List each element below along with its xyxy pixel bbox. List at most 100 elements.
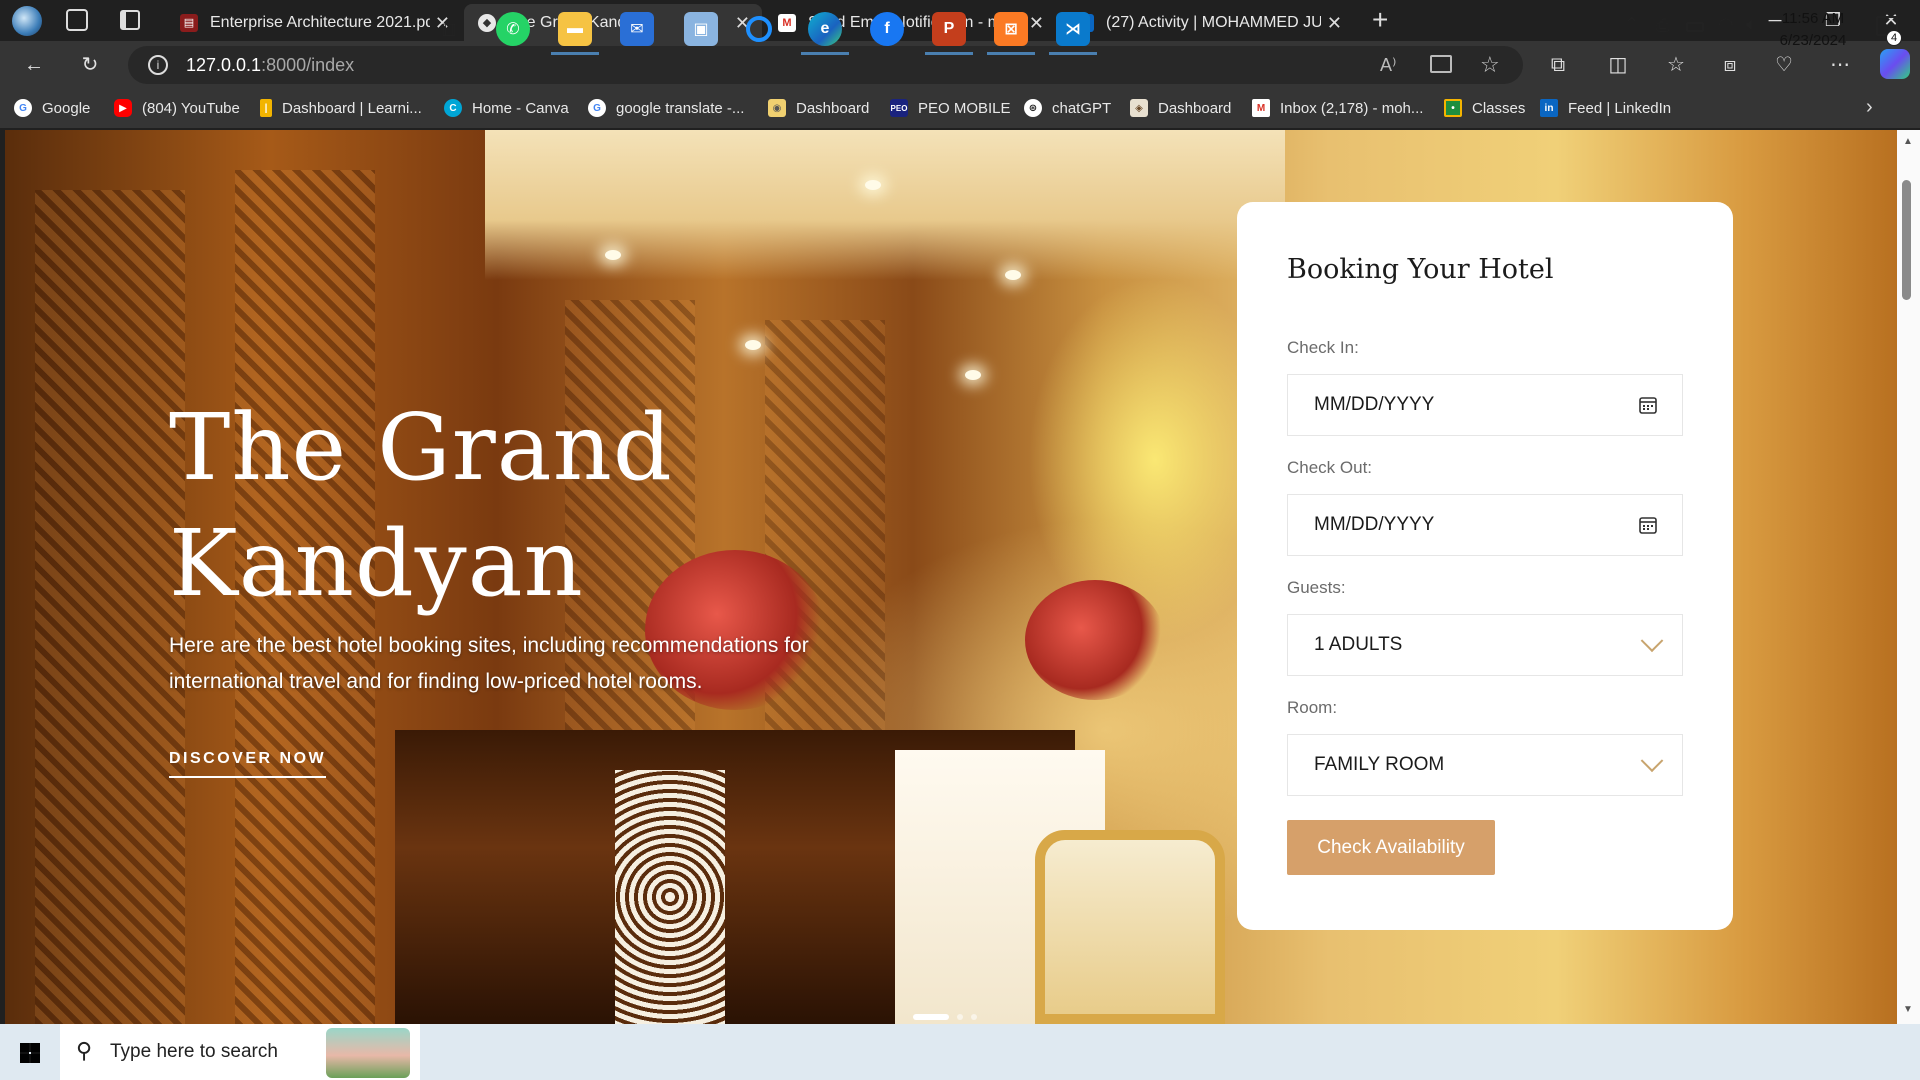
split-screen-icon[interactable]: ◫ xyxy=(1604,51,1632,79)
scroll-down-icon[interactable]: ▼ xyxy=(1903,1004,1913,1015)
tab-title: Enterprise Architecture 2021.pdf xyxy=(210,13,430,31)
gmail-icon: M xyxy=(778,13,796,32)
bookmark-youtube[interactable]: ▶ (804) YouTube xyxy=(114,98,240,118)
copilot-icon[interactable] xyxy=(1880,49,1910,79)
checkin-label: Check In: xyxy=(1287,338,1359,357)
ceiling xyxy=(485,130,1285,280)
guests-value: 1 ADULTS xyxy=(1314,634,1403,655)
meet-now-icon[interactable]: ⎙ xyxy=(1656,16,1670,36)
guests-label: Guests: xyxy=(1287,578,1346,597)
clock-date: 6/23/2024 xyxy=(1779,32,1847,49)
hero-subtitle: Here are the best hotel booking sites, i… xyxy=(169,634,809,693)
facebook-icon[interactable]: f xyxy=(870,12,904,46)
search-placeholder: Type here to search xyxy=(110,1041,278,1062)
room-select[interactable]: FAMILY ROOM xyxy=(1287,734,1683,796)
bookmark-google[interactable]: G Google xyxy=(14,98,90,118)
xampp-icon[interactable]: ⊠ xyxy=(994,12,1028,46)
bookmark-label: Classes xyxy=(1472,99,1526,117)
vscode-icon[interactable]: ⋊ xyxy=(1056,12,1090,46)
collections-icon[interactable]: ⧈ xyxy=(1716,51,1744,79)
checkout-label: Check Out: xyxy=(1287,458,1373,477)
bookmark-label: (804) YouTube xyxy=(142,99,240,117)
ceiling-light xyxy=(1005,270,1021,280)
workspaces-icon[interactable] xyxy=(66,9,88,31)
calendar-icon[interactable] xyxy=(1638,515,1658,535)
wifi-icon[interactable]: ◠ xyxy=(1718,14,1734,35)
edge-browser-icon[interactable]: e xyxy=(808,12,842,46)
calendar-icon[interactable] xyxy=(1638,395,1658,415)
carousel-dots xyxy=(913,1014,977,1020)
guests-select[interactable]: 1 ADULTS xyxy=(1287,614,1683,676)
bookmark-linkedin[interactable]: in Feed | LinkedIn xyxy=(1540,98,1671,118)
bookmark-peo-mobile[interactable]: PEO PEO MOBILE xyxy=(890,98,1011,118)
carousel-dot[interactable] xyxy=(971,1014,977,1020)
scroll-up-icon[interactable]: ▲ xyxy=(1903,136,1913,147)
powerpoint-icon[interactable]: P xyxy=(932,12,966,46)
refresh-icon[interactable]: ↻ xyxy=(76,51,104,79)
bookmark-label: Dashboard xyxy=(1158,99,1232,117)
chevron-down-icon xyxy=(1640,749,1664,773)
profile-avatar[interactable] xyxy=(12,6,42,36)
flower-arrangement xyxy=(1025,580,1165,700)
globe-icon: ◆ xyxy=(478,13,496,32)
google-icon: G xyxy=(588,99,606,117)
site-info-icon[interactable]: i xyxy=(148,55,168,75)
windows-taskbar: ⚲ Type here to search xyxy=(0,1024,1920,1080)
taskbar-search-input[interactable]: ⚲ Type here to search xyxy=(60,1024,420,1080)
chevron-up-icon[interactable]: ⌃ xyxy=(1624,14,1639,35)
carousel-dot-active[interactable] xyxy=(913,1014,949,1020)
windows-start-icon[interactable] xyxy=(20,1043,40,1063)
more-options-icon[interactable]: ⋯ xyxy=(1826,51,1854,79)
decorative-panel xyxy=(35,190,185,1024)
tab-pdf[interactable]: ▤ Enterprise Architecture 2021.pdf ✕ xyxy=(166,4,462,41)
network-app-icon[interactable]: ▣ xyxy=(684,12,718,46)
task-view-icon[interactable]: ▥ xyxy=(432,12,466,46)
scrollbar-thumb[interactable] xyxy=(1902,180,1911,300)
ceiling-light xyxy=(605,250,621,260)
bookmark-google-translate[interactable]: Ggoogle translate -... xyxy=(588,98,744,118)
bookmark-dashboard-learning[interactable]: | Dashboard | Learni... xyxy=(260,98,422,118)
bookmark-dashboard[interactable]: ◉ Dashboard xyxy=(768,98,869,118)
read-aloud-icon[interactable]: A⁾ xyxy=(1380,46,1396,84)
dashboard-icon: ◈ xyxy=(1130,99,1148,117)
bookmark-chatgpt[interactable]: ⊛ chatGPT xyxy=(1024,98,1111,118)
file-explorer-icon[interactable]: ▬ xyxy=(558,12,592,46)
discover-now-link[interactable]: DISCOVER NOW xyxy=(169,750,327,778)
bookmark-label: chatGPT xyxy=(1052,99,1112,117)
hero-section: The Grand Kandyan Here are the best hote… xyxy=(5,130,1897,1024)
ceiling-light xyxy=(865,180,881,190)
carousel-dot[interactable] xyxy=(957,1014,963,1020)
close-tab-icon[interactable]: ✕ xyxy=(1029,13,1044,34)
bookmark-label: PEO MOBILE xyxy=(918,99,1011,117)
peo-icon: PEO xyxy=(890,99,908,117)
checkout-date-input[interactable]: MM/DD/YYYY xyxy=(1287,494,1683,556)
system-clock[interactable]: 11:56 AM 6/23/2024 xyxy=(1758,8,1868,52)
vertical-tabs-icon[interactable] xyxy=(120,10,140,30)
close-tab-icon[interactable]: ✕ xyxy=(1327,13,1342,34)
bookmark-label: Google xyxy=(42,99,91,117)
bookmark-inbox[interactable]: M Inbox (2,178) - moh... xyxy=(1252,98,1423,118)
bookmark-classes[interactable]: • Classes xyxy=(1444,98,1525,118)
extensions-icon[interactable]: ⧉ xyxy=(1544,51,1572,79)
whatsapp-icon[interactable]: ✆ xyxy=(496,12,530,46)
favorite-star-icon[interactable]: ☆ xyxy=(1480,46,1500,84)
checkin-date-value: MM/DD/YYYY xyxy=(1314,394,1435,415)
battery-icon[interactable] xyxy=(1686,22,1704,32)
mail-icon[interactable]: ✉ xyxy=(620,12,654,46)
bookmark-canva[interactable]: C Home - Canva xyxy=(444,98,569,118)
volume-icon[interactable]: 🔈︎ xyxy=(1746,14,1757,35)
tab-linkedin[interactable]: in (27) Activity | MOHAMMED JUMA ✕ xyxy=(1062,4,1354,41)
browser-essentials-icon[interactable]: ♡ xyxy=(1770,51,1798,79)
back-icon[interactable]: ← xyxy=(20,51,48,79)
running-indicator xyxy=(925,52,973,55)
cortana-icon[interactable] xyxy=(746,16,772,42)
bookmark-dashboard-2[interactable]: ◈ Dashboard xyxy=(1130,98,1231,118)
new-tab-button[interactable]: + xyxy=(1372,4,1388,36)
check-availability-button[interactable]: Check Availability xyxy=(1287,820,1495,875)
immersive-reader-icon[interactable] xyxy=(1430,55,1452,73)
hero-title-line2: Kandyan xyxy=(169,510,584,617)
more-bookmarks-icon[interactable]: › xyxy=(1866,96,1873,119)
lobby-chair xyxy=(1035,830,1225,1024)
favorites-icon[interactable]: ☆ xyxy=(1662,51,1690,79)
checkin-date-input[interactable]: MM/DD/YYYY xyxy=(1287,374,1683,436)
